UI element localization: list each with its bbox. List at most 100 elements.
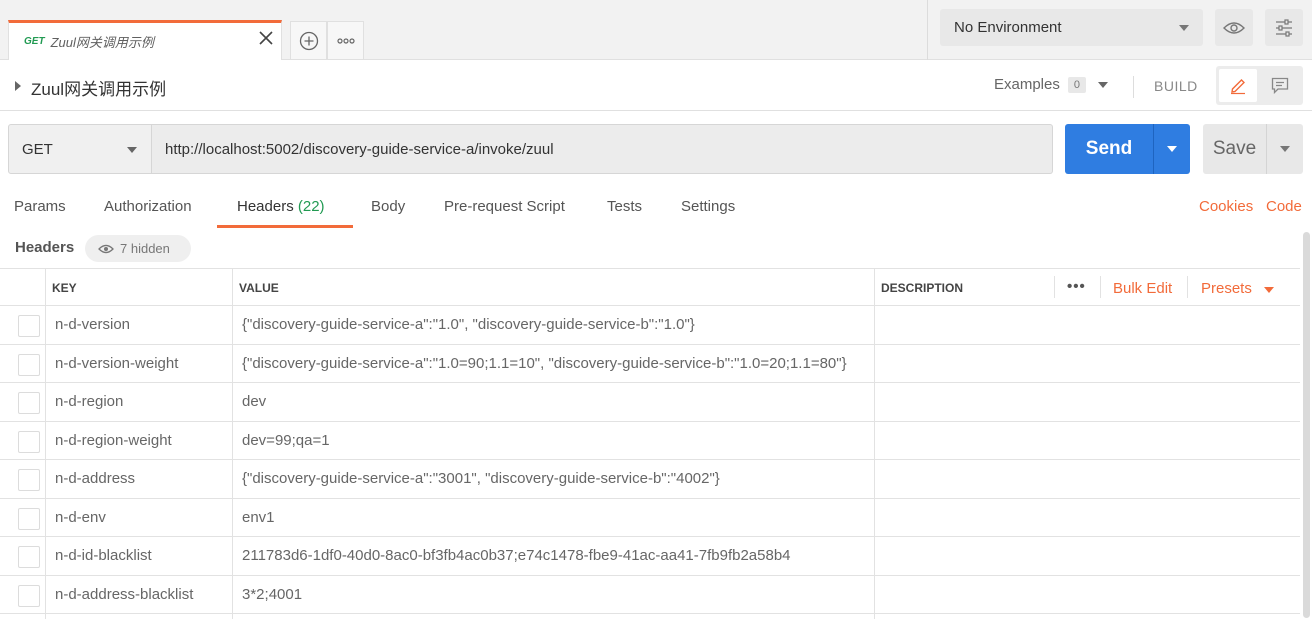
environment-label: No Environment	[954, 19, 1062, 36]
close-icon[interactable]	[257, 29, 275, 47]
header-value[interactable]: {"discovery-guide-service-a":"1.0", "dis…	[242, 316, 695, 333]
table-row: n-d-region dev	[0, 383, 1300, 422]
column-divider	[1187, 276, 1188, 298]
send-options-button[interactable]	[1153, 124, 1190, 174]
header-key[interactable]: n-d-region	[55, 393, 123, 410]
more-horizontal-icon	[336, 37, 355, 44]
header-value[interactable]: {"discovery-guide-service-a":"3001", "di…	[242, 470, 720, 487]
tab-headers[interactable]: Headers (22)	[237, 198, 325, 215]
save-options-button[interactable]	[1266, 124, 1303, 174]
divider	[1133, 76, 1134, 98]
header-value[interactable]: 3*2;4001	[242, 586, 302, 603]
table-row: n-d-region-weight dev=99;qa=1	[0, 422, 1300, 460]
column-header-value: VALUE	[239, 281, 279, 295]
row-checkbox[interactable]	[18, 315, 40, 337]
table-row: n-d-version {"discovery-guide-service-a"…	[0, 306, 1300, 345]
environment-select[interactable]: No Environment	[940, 9, 1203, 46]
tab-body[interactable]: Body	[371, 198, 405, 215]
code-link[interactable]: Code	[1266, 198, 1302, 215]
header-value[interactable]: 211783d6-1df0-40d0-8ac0-bf3fb4ac0b37;e74…	[242, 547, 791, 564]
chevron-down-icon	[1280, 146, 1290, 152]
row-checkbox[interactable]	[18, 546, 40, 568]
chevron-down-icon	[1097, 81, 1108, 88]
request-title[interactable]: Zuul网关调用示例	[31, 75, 166, 100]
row-checkbox[interactable]	[18, 469, 40, 491]
pencil-icon	[1231, 78, 1245, 94]
send-button[interactable]: Send	[1065, 124, 1153, 174]
tab-bar: GET Zuul网关调用示例 No Environment	[0, 0, 1312, 60]
column-header-key: KEY	[52, 281, 77, 295]
tab-options-button[interactable]	[327, 21, 364, 60]
column-divider	[1054, 276, 1055, 298]
more-horizontal-icon[interactable]: •••	[1067, 278, 1086, 295]
tab-authorization[interactable]: Authorization	[104, 198, 192, 215]
header-value[interactable]: dev=99;qa=1	[242, 432, 330, 449]
table-row: n-d-env env1	[0, 499, 1300, 537]
bulk-edit-link[interactable]: Bulk Edit	[1113, 280, 1172, 297]
hidden-headers-toggle[interactable]: 7 hidden	[85, 235, 191, 262]
new-tab-button[interactable]	[290, 21, 327, 60]
request-tab-name: Zuul网关调用示例	[50, 35, 154, 50]
table-row: n-d-version-weight {"discovery-guide-ser…	[0, 345, 1300, 383]
examples-dropdown[interactable]: Examples 0	[994, 76, 1108, 93]
header-key[interactable]: n-d-id-blacklist	[55, 547, 152, 564]
header-key[interactable]: n-d-version	[55, 316, 130, 333]
column-header-description: DESCRIPTION	[881, 281, 964, 295]
chevron-down-icon	[1264, 287, 1274, 293]
cookies-link[interactable]: Cookies	[1199, 198, 1253, 215]
mode-toggle	[1216, 66, 1303, 105]
header-value[interactable]: dev	[242, 393, 266, 410]
table-row: n-d-address {"discovery-guide-service-a"…	[0, 460, 1300, 499]
tab-headers-count: (22)	[297, 198, 325, 215]
comment-icon	[1271, 77, 1289, 94]
edit-mode-button[interactable]	[1219, 69, 1257, 102]
row-checkbox[interactable]	[18, 507, 40, 530]
caret-right-icon[interactable]	[15, 81, 21, 91]
row-checkbox[interactable]	[18, 353, 40, 376]
request-title-row: Zuul网关调用示例 Examples 0 BUILD	[0, 60, 1312, 111]
headers-section-label: Headers	[15, 239, 75, 256]
chevron-down-icon	[127, 147, 137, 153]
examples-label: Examples	[994, 76, 1060, 93]
save-button[interactable]: Save	[1203, 124, 1266, 174]
request-tab[interactable]: GET Zuul网关调用示例	[8, 20, 282, 60]
sliders-icon	[1276, 18, 1292, 37]
comments-button[interactable]	[1261, 69, 1299, 102]
table-header: KEY VALUE DESCRIPTION ••• Bulk Edit Pres…	[0, 268, 1300, 306]
row-checkbox[interactable]	[18, 430, 40, 453]
method-label: GET	[22, 140, 53, 158]
tab-params[interactable]: Params	[14, 198, 66, 215]
header-value[interactable]: env1	[242, 509, 275, 526]
active-tab-indicator	[217, 225, 353, 228]
request-tab-method: GET	[24, 36, 45, 47]
tab-tests[interactable]: Tests	[607, 198, 642, 215]
eye-icon	[1223, 21, 1245, 34]
row-checkbox[interactable]	[18, 392, 40, 414]
header-key[interactable]: n-d-address	[55, 470, 135, 487]
tab-pre-request-script[interactable]: Pre-request Script	[444, 198, 565, 215]
table-row: n-d-address-blacklist 3*2;4001	[0, 576, 1300, 614]
tab-headers-label: Headers	[237, 198, 294, 215]
build-label: BUILD	[1154, 78, 1198, 94]
header-key[interactable]: n-d-env	[55, 509, 106, 526]
divider	[927, 0, 928, 60]
hidden-headers-label: 7 hidden	[120, 241, 170, 256]
column-divider	[1100, 276, 1101, 298]
header-key[interactable]: n-d-address-blacklist	[55, 586, 193, 603]
scrollbar[interactable]	[1303, 232, 1310, 618]
url-input[interactable]: http://localhost:5002/discovery-guide-se…	[152, 124, 1053, 174]
chevron-down-icon	[1179, 25, 1189, 31]
header-key[interactable]: n-d-version-weight	[55, 355, 178, 372]
header-value[interactable]: {"discovery-guide-service-a":"1.0=90;1.1…	[242, 355, 847, 372]
url-text: http://localhost:5002/discovery-guide-se…	[165, 140, 554, 158]
presets-dropdown[interactable]: Presets	[1201, 280, 1252, 297]
table-row: n-d-id-blacklist 211783d6-1df0-40d0-8ac0…	[0, 537, 1300, 576]
method-select[interactable]: GET	[8, 124, 152, 174]
chevron-down-icon	[1167, 146, 1177, 152]
environment-quick-look-button[interactable]	[1215, 9, 1253, 46]
header-key[interactable]: n-d-region-weight	[55, 432, 172, 449]
row-checkbox[interactable]	[18, 584, 40, 607]
eye-icon	[98, 244, 114, 253]
tab-settings[interactable]: Settings	[681, 198, 735, 215]
manage-environments-button[interactable]	[1265, 9, 1303, 46]
